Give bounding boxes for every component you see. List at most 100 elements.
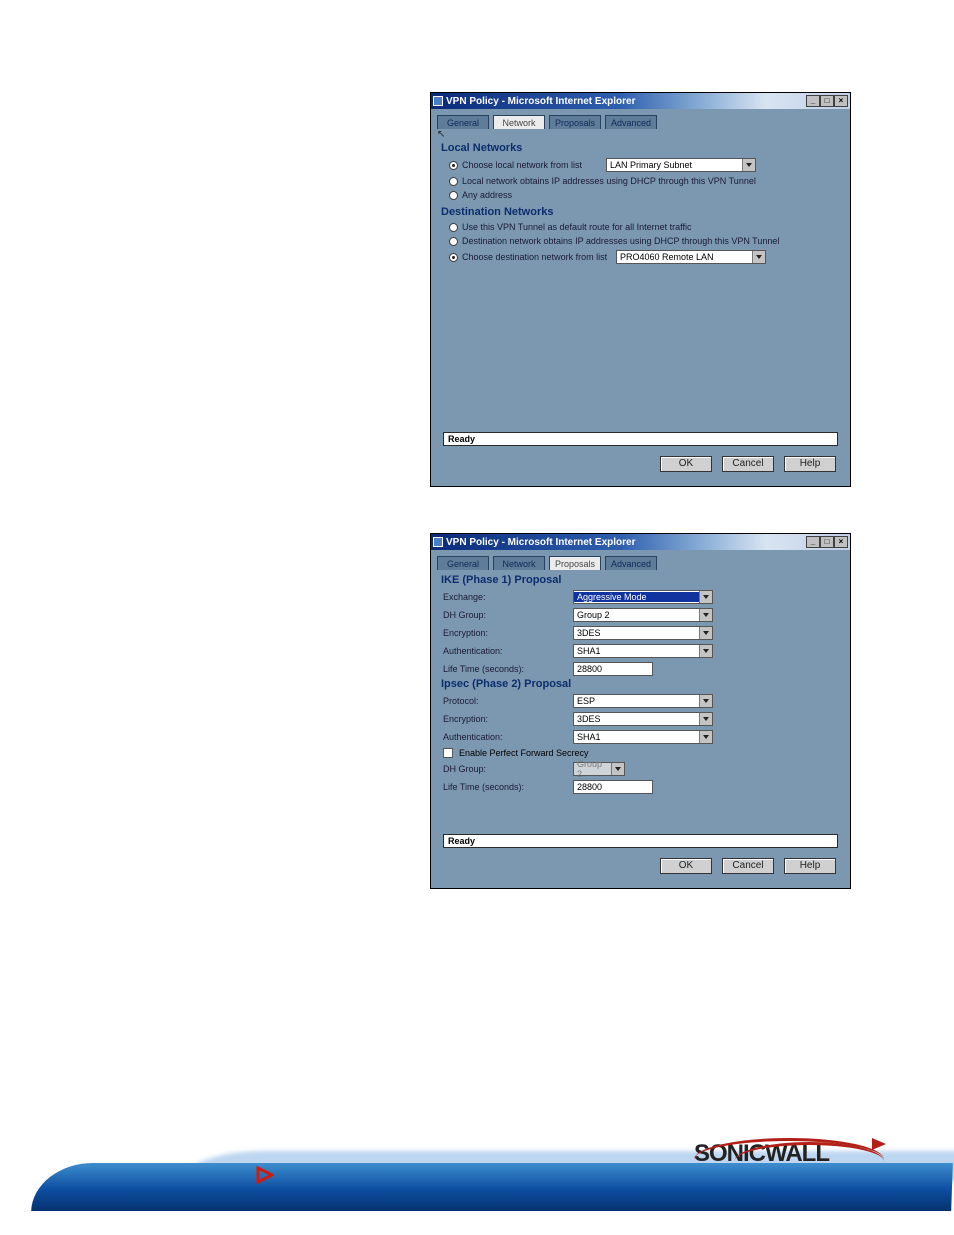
- dialog-button-row: OK Cancel Help: [435, 446, 846, 482]
- dest-network-value: PRO4060 Remote LAN: [617, 252, 752, 262]
- authentication-label: Authentication:: [443, 646, 573, 656]
- logo-swoosh-icon: [694, 1132, 884, 1166]
- tab-network[interactable]: Network: [493, 556, 545, 570]
- encryption2-value: 3DES: [574, 714, 699, 724]
- dh-group2-value: Group 2: [574, 759, 611, 779]
- radio-default-route[interactable]: [449, 223, 458, 232]
- chevron-down-icon: [699, 645, 712, 657]
- radio-local-dhcp-label: Local network obtains IP addresses using…: [462, 176, 756, 186]
- titlebar[interactable]: VPN Policy - Microsoft Internet Explorer…: [431, 93, 850, 109]
- lifetime2-label: Life Time (seconds):: [443, 782, 573, 792]
- authentication-select[interactable]: SHA1: [573, 644, 713, 658]
- dialog-button-row: OK Cancel Help: [435, 848, 846, 884]
- destination-networks-heading: Destination Networks: [441, 206, 846, 218]
- window-title: VPN Policy - Microsoft Internet Explorer: [446, 537, 806, 548]
- radio-any-address[interactable]: [449, 191, 458, 200]
- encryption-select[interactable]: 3DES: [573, 626, 713, 640]
- vpn-policy-window-network: VPN Policy - Microsoft Internet Explorer…: [430, 92, 851, 487]
- maximize-button[interactable]: □: [820, 95, 834, 107]
- ie-icon: [433, 96, 443, 106]
- tab-proposals[interactable]: Proposals: [549, 556, 601, 570]
- local-network-value: LAN Primary Subnet: [607, 160, 742, 170]
- chevron-down-icon: [699, 591, 712, 603]
- vpn-policy-window-proposals: VPN Policy - Microsoft Internet Explorer…: [430, 533, 851, 889]
- exchange-value: Aggressive Mode: [574, 592, 699, 602]
- dh-group-label: DH Group:: [443, 610, 573, 620]
- dh-group2-select: Group 2: [573, 762, 625, 776]
- radio-dest-dhcp-label: Destination network obtains IP addresses…: [462, 236, 779, 246]
- exchange-label: Exchange:: [443, 592, 573, 602]
- lifetime2-value: 28800: [577, 782, 602, 792]
- tab-proposals[interactable]: Proposals: [549, 115, 601, 129]
- chevron-down-icon: [699, 627, 712, 639]
- dh-group-value: Group 2: [574, 610, 699, 620]
- status-bar: Ready: [443, 432, 838, 446]
- chevron-down-icon: [699, 713, 712, 725]
- authentication2-select[interactable]: SHA1: [573, 730, 713, 744]
- encryption2-select[interactable]: 3DES: [573, 712, 713, 726]
- ie-icon: [433, 537, 443, 547]
- close-button[interactable]: ×: [834, 95, 848, 107]
- tab-general[interactable]: General: [437, 556, 489, 570]
- radio-choose-dest-label: Choose destination network from list: [462, 252, 612, 262]
- cancel-button[interactable]: Cancel: [722, 858, 774, 874]
- tab-bar: General Network Proposals Advanced: [435, 113, 846, 129]
- chevron-down-icon: [752, 251, 765, 263]
- protocol-select[interactable]: ESP: [573, 694, 713, 708]
- minimize-button[interactable]: _: [806, 95, 820, 107]
- chevron-down-icon: [699, 695, 712, 707]
- radio-dest-dhcp[interactable]: [449, 237, 458, 246]
- tab-network[interactable]: Network: [493, 115, 545, 129]
- help-button[interactable]: Help: [784, 456, 836, 472]
- help-button[interactable]: Help: [784, 858, 836, 874]
- radio-choose-local-label: Choose local network from list: [462, 160, 602, 170]
- encryption-label: Encryption:: [443, 628, 573, 638]
- titlebar[interactable]: VPN Policy - Microsoft Internet Explorer…: [431, 534, 850, 550]
- status-bar: Ready: [443, 834, 838, 848]
- radio-any-address-label: Any address: [462, 190, 512, 200]
- radio-local-dhcp[interactable]: [449, 177, 458, 186]
- chevron-down-icon: [699, 731, 712, 743]
- lifetime-value: 28800: [577, 664, 602, 674]
- radio-default-route-label: Use this VPN Tunnel as default route for…: [462, 222, 691, 232]
- protocol-label: Protocol:: [443, 696, 573, 706]
- logo-arrow-icon: [872, 1134, 892, 1154]
- tab-advanced[interactable]: Advanced: [605, 115, 657, 129]
- chevron-down-icon: [699, 609, 712, 621]
- lifetime2-input[interactable]: 28800: [573, 780, 653, 794]
- dest-network-select[interactable]: PRO4060 Remote LAN: [616, 250, 766, 264]
- ike-phase1-heading: IKE (Phase 1) Proposal: [441, 574, 846, 586]
- authentication2-value: SHA1: [574, 732, 699, 742]
- close-button[interactable]: ×: [834, 536, 848, 548]
- exchange-select[interactable]: Aggressive Mode: [573, 590, 713, 604]
- authentication2-label: Authentication:: [443, 732, 573, 742]
- ok-button[interactable]: OK: [660, 858, 712, 874]
- tab-general[interactable]: General: [437, 115, 489, 129]
- minimize-button[interactable]: _: [806, 536, 820, 548]
- authentication-value: SHA1: [574, 646, 699, 656]
- encryption-value: 3DES: [574, 628, 699, 638]
- window-controls: _ □ ×: [806, 95, 848, 107]
- lifetime-label: Life Time (seconds):: [443, 664, 573, 674]
- tab-advanced[interactable]: Advanced: [605, 556, 657, 570]
- encryption2-label: Encryption:: [443, 714, 573, 724]
- radio-choose-local[interactable]: [449, 161, 458, 170]
- window-controls: _ □ ×: [806, 536, 848, 548]
- chevron-down-icon: [742, 159, 755, 171]
- tab-bar: General Network Proposals Advanced: [435, 554, 846, 570]
- local-network-select[interactable]: LAN Primary Subnet: [606, 158, 756, 172]
- cancel-button[interactable]: Cancel: [722, 456, 774, 472]
- radio-choose-dest[interactable]: [449, 253, 458, 262]
- dh-group2-label: DH Group:: [443, 764, 573, 774]
- cursor-icon: ↖: [435, 129, 846, 140]
- sonicwall-logo: SONICWALL: [694, 1132, 884, 1168]
- ipsec-phase2-heading: Ipsec (Phase 2) Proposal: [441, 678, 846, 690]
- chevron-down-icon: [611, 763, 624, 775]
- window-title: VPN Policy - Microsoft Internet Explorer: [446, 96, 806, 107]
- play-arrow-icon: [256, 1166, 274, 1184]
- pfs-checkbox[interactable]: [443, 748, 453, 758]
- dh-group-select[interactable]: Group 2: [573, 608, 713, 622]
- lifetime-input[interactable]: 28800: [573, 662, 653, 676]
- ok-button[interactable]: OK: [660, 456, 712, 472]
- maximize-button[interactable]: □: [820, 536, 834, 548]
